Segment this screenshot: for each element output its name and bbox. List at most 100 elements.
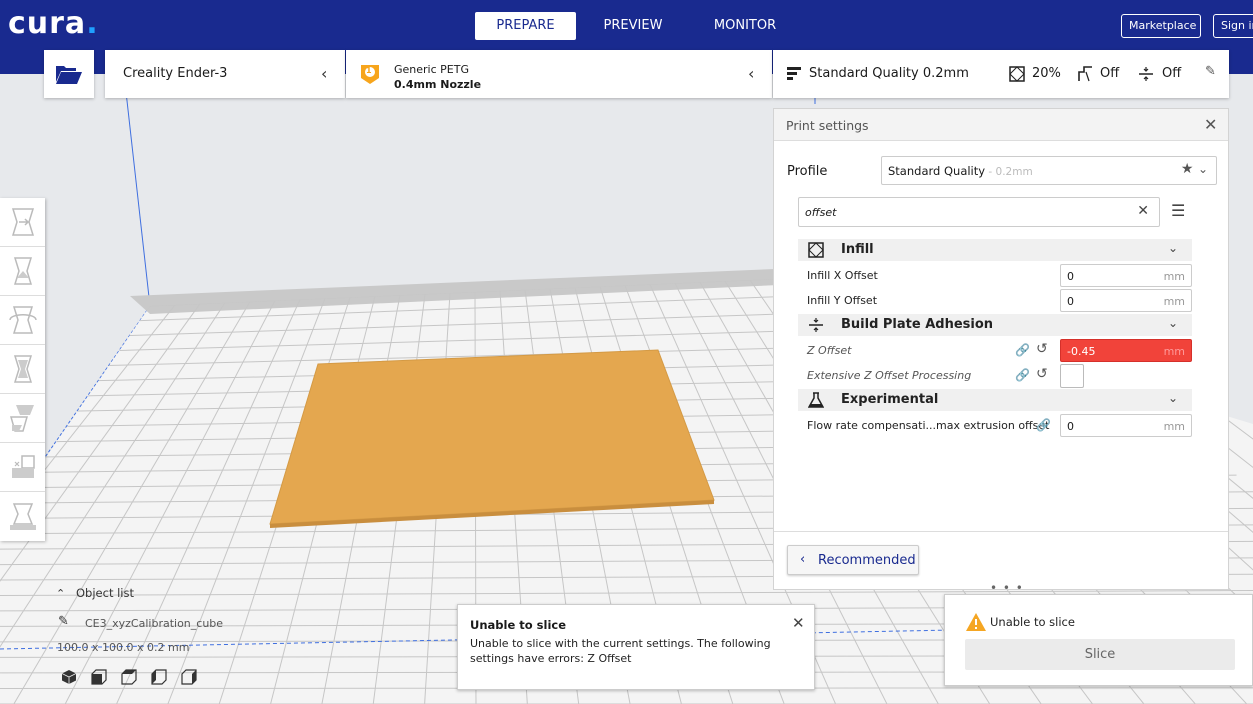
folder-open-icon	[56, 66, 82, 84]
infill-icon	[1009, 66, 1025, 82]
adhesion-icon	[1139, 67, 1153, 81]
object-name: CE3_xyzCalibration_cube	[85, 617, 224, 630]
chevron-left-icon: ‹	[748, 64, 755, 83]
support-icon	[1078, 66, 1092, 82]
field-value: 0	[1067, 295, 1074, 308]
sign-in-button[interactable]: Sign in	[1213, 14, 1253, 38]
error-body: Unable to slice with the current setting…	[470, 637, 771, 665]
3d-view-icon[interactable]	[61, 669, 77, 685]
setting-label: Z Offset	[807, 344, 852, 357]
view-orientation-controls	[56, 669, 206, 689]
error-title: Unable to slice	[470, 618, 567, 632]
link-icon[interactable]: 🔗	[1015, 368, 1030, 382]
pencil-icon[interactable]: ✎	[58, 614, 69, 629]
chevron-down-icon: ⌄	[1168, 391, 1179, 405]
object-list-toggle[interactable]: ⌃ Object list	[56, 586, 134, 600]
tool-toolbar	[0, 198, 45, 541]
field-unit: mm	[1163, 270, 1185, 283]
support-blocker-icon	[11, 455, 35, 478]
close-icon[interactable]: ✕	[792, 614, 805, 632]
setting-label: Extensive Z Offset Processing	[807, 369, 972, 382]
per-model-settings-button[interactable]	[0, 394, 45, 443]
left-view-icon[interactable]	[151, 669, 167, 685]
error-message: Unable to slice ✕ Unable to slice with t…	[457, 604, 815, 690]
rotate-tool-button[interactable]	[0, 296, 45, 345]
category-experimental[interactable]: Experimental ⌄	[798, 389, 1192, 411]
profile-dropdown[interactable]: Standard Quality - 0.2mm ★ ⌄	[881, 156, 1217, 185]
marketplace-button[interactable]: Marketplace	[1121, 14, 1201, 38]
material-selector[interactable]: 1 Generic PETG 0.4mm Nozzle ‹	[346, 50, 772, 98]
object-list-label: Object list	[76, 586, 134, 600]
scale-tool-button[interactable]	[0, 247, 45, 296]
scale-icon	[13, 257, 32, 285]
object-dimensions: 100.0 x 100.0 x 0.2 mm	[57, 641, 190, 654]
machine-name: Creality Ender-3	[123, 66, 228, 81]
recommended-button[interactable]: ‹ Recommended	[787, 545, 919, 575]
object-list: ⌃ Object list ✎ CE3_xyzCalibration_cube 1…	[56, 586, 406, 696]
tab-monitor[interactable]: MONITOR	[700, 12, 790, 40]
star-icon[interactable]: ★	[1181, 161, 1194, 177]
field-value: -0.45	[1067, 345, 1096, 358]
close-icon[interactable]: ✕	[1204, 115, 1217, 134]
field-unit: mm	[1163, 295, 1185, 308]
clear-search-icon[interactable]: ✕	[1137, 203, 1149, 219]
warning-icon	[966, 613, 986, 631]
machine-selector[interactable]: Creality Ender-3 ‹	[105, 50, 345, 98]
flask-icon	[808, 392, 824, 408]
right-view-icon[interactable]	[181, 669, 197, 685]
support-blocker-button[interactable]	[0, 443, 45, 492]
category-label: Build Plate Adhesion	[841, 317, 994, 332]
mirror-tool-button[interactable]	[0, 345, 45, 394]
pencil-icon[interactable]: ✎	[1205, 64, 1216, 79]
panel-resize-handle[interactable]: • • •	[990, 581, 1024, 595]
infill-x-offset-field[interactable]: 0 mm	[1060, 264, 1192, 287]
extensive-z-offset-checkbox[interactable]	[1060, 364, 1084, 388]
chevron-down-icon: ⌄	[1168, 316, 1179, 330]
category-infill[interactable]: Infill ⌄	[798, 239, 1192, 261]
material-name: Generic PETG	[394, 63, 469, 76]
tab-preview[interactable]: PREVIEW	[592, 12, 674, 40]
infill-y-offset-field[interactable]: 0 mm	[1060, 289, 1192, 312]
settings-menu-icon[interactable]: ☰	[1171, 201, 1185, 220]
reset-icon[interactable]: ↺	[1036, 341, 1048, 357]
per-model-settings-icon	[9, 405, 34, 432]
chevron-left-icon: ‹	[321, 64, 328, 83]
link-icon[interactable]: 🔗	[1036, 418, 1051, 432]
top-view-icon[interactable]	[121, 669, 137, 685]
open-file-button[interactable]	[44, 50, 94, 98]
move-tool-button[interactable]	[0, 198, 45, 247]
tab-prepare[interactable]: PREPARE	[475, 12, 576, 40]
print-setup-selector[interactable]: Standard Quality 0.2mm 20% Off Off ✎	[773, 50, 1229, 98]
move-icon	[11, 208, 34, 236]
profile-label: Profile	[787, 164, 828, 179]
nozzle-name: 0.4mm Nozzle	[394, 78, 482, 91]
setting-search-input[interactable]: offset ✕	[798, 197, 1160, 227]
infill-icon	[808, 242, 824, 258]
link-icon[interactable]: 🔗	[1015, 343, 1030, 357]
chevron-down-icon: ⌄	[1168, 241, 1179, 255]
slice-button[interactable]: Slice	[965, 639, 1235, 670]
cura-logo: cura.	[8, 6, 99, 41]
rotate-icon	[8, 306, 37, 334]
setting-label: Infill Y Offset	[807, 294, 878, 307]
setting-label: Infill X Offset	[807, 269, 878, 282]
z-offset-field[interactable]: -0.45 mm	[1060, 339, 1192, 362]
measure-tool-button[interactable]	[0, 492, 45, 541]
reset-icon[interactable]: ↺	[1036, 366, 1048, 382]
calibration-model	[269, 349, 715, 525]
setting-label: Flow rate compensati...max extrusion off…	[807, 419, 1050, 432]
extruder-number: 1	[366, 66, 372, 75]
print-settings-panel: Print settings ✕ Profile Standard Qualit…	[773, 108, 1229, 590]
print-settings-header: Print settings ✕	[774, 109, 1228, 141]
adhesion-value: Off	[1162, 66, 1182, 81]
search-value: offset	[805, 206, 837, 219]
measure-icon	[9, 502, 36, 530]
recommended-label: Recommended	[818, 553, 916, 568]
chevron-left-icon: ‹	[800, 552, 806, 567]
slice-status: Unable to slice	[990, 615, 1075, 629]
flow-rate-compensation-field[interactable]: 0 mm	[1060, 414, 1192, 437]
slice-panel: Unable to slice Slice	[944, 594, 1253, 686]
category-label: Infill	[841, 242, 874, 257]
front-view-icon[interactable]	[91, 669, 107, 685]
category-build-plate-adhesion[interactable]: Build Plate Adhesion ⌄	[798, 314, 1192, 336]
